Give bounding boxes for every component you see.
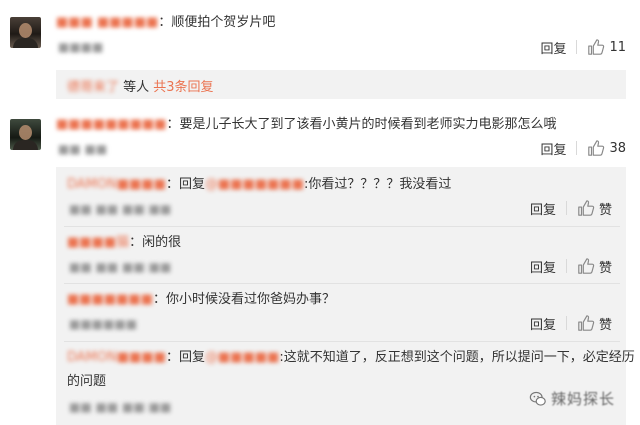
watermark-text: 辣妈探长 (551, 390, 616, 408)
reply-meta: ■■ ■■ ■■:■■ (69, 398, 171, 417)
like-button[interactable]: 赞 (577, 199, 612, 218)
like-count: 38 (609, 140, 626, 156)
reply-content: DAMON■■■■：回复@■■■■■■■:你看过？？？？我没看过 (67, 176, 451, 194)
reply-button[interactable]: 回复 (530, 314, 556, 333)
action-divider (565, 259, 567, 273)
username-link[interactable]: DAMON■■■■ (67, 349, 166, 367)
like-label: 赞 (598, 260, 612, 276)
like-button[interactable]: 赞 (577, 314, 612, 333)
comment-actions: 回复 11 (540, 37, 626, 57)
comment-meta: ■■■■ (58, 38, 103, 57)
thumbs-up-icon (578, 258, 595, 274)
timestamp: ■■ ■■ ■■:■■ (69, 202, 172, 216)
like-button[interactable]: 11 (587, 38, 626, 56)
reply-actions: 回复 赞 (530, 313, 612, 333)
thumbs-up-icon (588, 39, 605, 55)
comment-actions: 回复 38 (540, 138, 626, 158)
like-button[interactable]: 赞 (577, 257, 612, 276)
reply-text: ：你小时候没看过你爸妈办事？ (152, 292, 335, 307)
reply-button[interactable]: 回复 (540, 38, 566, 57)
avatar[interactable] (10, 17, 41, 48)
timestamp: ■■ ■■ ■■:■■ (69, 260, 172, 274)
reply-prefix: ：回复 (165, 177, 205, 192)
reply-meta: ■■ ■■ ■■:■■ (69, 200, 171, 219)
reply-button[interactable]: 回复 (530, 199, 556, 218)
reply-content: ■■■■■■■：你小时候没看过你爸妈办事？ (67, 291, 335, 309)
avatar-face (19, 125, 32, 140)
reply-meta: ■■■■■■ (69, 315, 137, 334)
reply-text: :这就不知道了，反正想到这个问题，所以提问一下，必定经历 (279, 350, 635, 365)
reply-content-line2: 的问题 (67, 373, 106, 391)
reply-text: :你看过？？？？我没看过 (303, 177, 452, 192)
like-count: 11 (609, 39, 626, 55)
reply-meta: ■■ ■■ ■■:■■ (69, 258, 171, 277)
timestamp: ■■ ■■ (58, 142, 108, 156)
username-link[interactable]: ■■■ ■■■■■ (56, 14, 158, 32)
avatar-face (19, 23, 32, 38)
summary-names[interactable]: 德哥来了 (67, 76, 119, 95)
action-divider (565, 201, 567, 215)
reply-text: ：闲的很 (129, 235, 182, 250)
reply-button[interactable]: 回复 (530, 257, 556, 276)
comment-content: ■■■ ■■■■■：顺便拍个贺岁片吧 (56, 14, 275, 32)
reply-divider (64, 341, 620, 342)
view-all-replies-link[interactable]: 共3条回复 (153, 80, 213, 95)
username-link[interactable]: DAMON■■■■ (67, 176, 166, 194)
mention-link[interactable]: @■■■■■ (205, 349, 279, 367)
username-link[interactable]: ■■■■■■■■■ (56, 116, 167, 134)
username-link[interactable]: ■■■■■■■ (67, 291, 153, 309)
reply-divider (64, 283, 620, 284)
reply-actions: 回复 赞 (530, 256, 612, 276)
mention-link[interactable]: @■■■■■■■ (205, 176, 304, 194)
reply-summary: 德哥来了 等人 共3条回复 (67, 76, 214, 95)
reply-button[interactable]: 回复 (540, 139, 566, 158)
comment-text: ：顺便拍个贺岁片吧 (158, 15, 276, 30)
summary-others: 等人 (119, 80, 154, 95)
watermark: 辣妈探长 (529, 388, 615, 409)
thumbs-up-icon (578, 315, 595, 331)
reply-prefix: ：回复 (165, 350, 205, 365)
thumbs-up-icon (588, 140, 605, 156)
avatar-shoulders (13, 140, 38, 150)
comment-text: ：要是儿子长大了到了该看小黄片的时候看到老师实力电影那怎么哦 (166, 117, 557, 132)
action-divider (576, 40, 578, 54)
reply-content: DAMON■■■■：回复@■■■■■:这就不知道了，反正想到这个问题，所以提问一… (67, 349, 635, 367)
reply-divider (64, 226, 620, 227)
username-link[interactable]: ■■■■猫 (67, 234, 129, 252)
timestamp: ■■■■ (58, 40, 104, 54)
like-label: 赞 (598, 202, 612, 218)
action-divider (565, 316, 567, 330)
wechat-icon (529, 391, 546, 406)
action-divider (576, 141, 578, 155)
reply-text-continued: 的问题 (67, 374, 107, 389)
comment-meta: ■■ ■■ (58, 140, 107, 159)
like-label: 赞 (598, 317, 612, 333)
avatar[interactable] (10, 119, 41, 150)
timestamp: ■■■■■■ (69, 317, 138, 331)
reply-content: ■■■■猫：闲的很 (67, 234, 181, 252)
timestamp: ■■ ■■ ■■:■■ (69, 400, 172, 414)
reply-actions: 回复 赞 (530, 198, 612, 218)
comment-content: ■■■■■■■■■：要是儿子长大了到了该看小黄片的时候看到老师实力电影那怎么哦 (56, 116, 557, 134)
thumbs-up-icon (578, 200, 595, 216)
avatar-shoulders (13, 38, 38, 48)
like-button[interactable]: 38 (587, 139, 626, 157)
